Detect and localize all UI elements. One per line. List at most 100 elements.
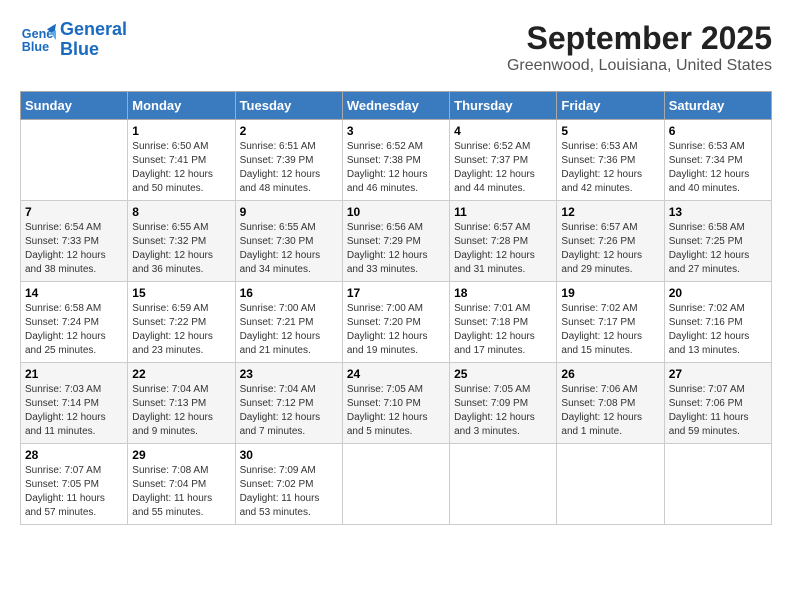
calendar-cell: 11 Sunrise: 6:57 AMSunset: 7:28 PMDaylig… <box>450 201 557 282</box>
day-number: 25 <box>454 367 552 381</box>
day-number: 24 <box>347 367 445 381</box>
calendar-cell: 24 Sunrise: 7:05 AMSunset: 7:10 PMDaylig… <box>342 363 449 444</box>
day-number: 30 <box>240 448 338 462</box>
day-number: 15 <box>132 286 230 300</box>
calendar-cell: 23 Sunrise: 7:04 AMSunset: 7:12 PMDaylig… <box>235 363 342 444</box>
day-number: 28 <box>25 448 123 462</box>
weekday-header: Sunday <box>21 92 128 120</box>
title-block: September 2025 Greenwood, Louisiana, Uni… <box>507 20 772 75</box>
day-info: Sunrise: 6:57 AMSunset: 7:28 PMDaylight:… <box>454 221 552 277</box>
day-info: Sunrise: 6:58 AMSunset: 7:25 PMDaylight:… <box>669 221 767 277</box>
calendar-cell <box>450 444 557 525</box>
day-info: Sunrise: 6:55 AMSunset: 7:32 PMDaylight:… <box>132 221 230 277</box>
day-info: Sunrise: 7:07 AMSunset: 7:05 PMDaylight:… <box>25 464 123 520</box>
day-info: Sunrise: 7:02 AMSunset: 7:16 PMDaylight:… <box>669 302 767 358</box>
day-number: 16 <box>240 286 338 300</box>
day-info: Sunrise: 6:53 AMSunset: 7:34 PMDaylight:… <box>669 140 767 196</box>
calendar-cell: 29 Sunrise: 7:08 AMSunset: 7:04 PMDaylig… <box>128 444 235 525</box>
day-number: 4 <box>454 124 552 138</box>
calendar-cell: 22 Sunrise: 7:04 AMSunset: 7:13 PMDaylig… <box>128 363 235 444</box>
day-number: 6 <box>669 124 767 138</box>
day-info: Sunrise: 6:57 AMSunset: 7:26 PMDaylight:… <box>561 221 659 277</box>
day-number: 27 <box>669 367 767 381</box>
day-info: Sunrise: 7:04 AMSunset: 7:12 PMDaylight:… <box>240 383 338 439</box>
weekday-header: Friday <box>557 92 664 120</box>
day-number: 29 <box>132 448 230 462</box>
day-info: Sunrise: 7:08 AMSunset: 7:04 PMDaylight:… <box>132 464 230 520</box>
day-number: 21 <box>25 367 123 381</box>
calendar-week-row: 14 Sunrise: 6:58 AMSunset: 7:24 PMDaylig… <box>21 282 772 363</box>
day-info: Sunrise: 7:05 AMSunset: 7:10 PMDaylight:… <box>347 383 445 439</box>
calendar-cell: 17 Sunrise: 7:00 AMSunset: 7:20 PMDaylig… <box>342 282 449 363</box>
calendar-cell: 25 Sunrise: 7:05 AMSunset: 7:09 PMDaylig… <box>450 363 557 444</box>
calendar-cell: 15 Sunrise: 6:59 AMSunset: 7:22 PMDaylig… <box>128 282 235 363</box>
logo-text: General Blue <box>60 20 127 60</box>
weekday-header: Tuesday <box>235 92 342 120</box>
calendar-cell: 13 Sunrise: 6:58 AMSunset: 7:25 PMDaylig… <box>664 201 771 282</box>
calendar-cell: 19 Sunrise: 7:02 AMSunset: 7:17 PMDaylig… <box>557 282 664 363</box>
day-number: 10 <box>347 205 445 219</box>
svg-text:Blue: Blue <box>22 40 49 54</box>
calendar-week-row: 28 Sunrise: 7:07 AMSunset: 7:05 PMDaylig… <box>21 444 772 525</box>
calendar-cell: 27 Sunrise: 7:07 AMSunset: 7:06 PMDaylig… <box>664 363 771 444</box>
day-number: 9 <box>240 205 338 219</box>
day-number: 26 <box>561 367 659 381</box>
day-info: Sunrise: 6:53 AMSunset: 7:36 PMDaylight:… <box>561 140 659 196</box>
day-info: Sunrise: 7:04 AMSunset: 7:13 PMDaylight:… <box>132 383 230 439</box>
day-number: 20 <box>669 286 767 300</box>
day-info: Sunrise: 6:52 AMSunset: 7:38 PMDaylight:… <box>347 140 445 196</box>
day-number: 14 <box>25 286 123 300</box>
calendar-cell: 28 Sunrise: 7:07 AMSunset: 7:05 PMDaylig… <box>21 444 128 525</box>
header-row: SundayMondayTuesdayWednesdayThursdayFrid… <box>21 92 772 120</box>
calendar-cell: 2 Sunrise: 6:51 AMSunset: 7:39 PMDayligh… <box>235 120 342 201</box>
weekday-header: Monday <box>128 92 235 120</box>
day-number: 11 <box>454 205 552 219</box>
day-info: Sunrise: 7:09 AMSunset: 7:02 PMDaylight:… <box>240 464 338 520</box>
calendar-cell: 10 Sunrise: 6:56 AMSunset: 7:29 PMDaylig… <box>342 201 449 282</box>
calendar-cell: 16 Sunrise: 7:00 AMSunset: 7:21 PMDaylig… <box>235 282 342 363</box>
day-info: Sunrise: 6:50 AMSunset: 7:41 PMDaylight:… <box>132 140 230 196</box>
calendar-week-row: 1 Sunrise: 6:50 AMSunset: 7:41 PMDayligh… <box>21 120 772 201</box>
calendar-cell: 1 Sunrise: 6:50 AMSunset: 7:41 PMDayligh… <box>128 120 235 201</box>
day-info: Sunrise: 6:52 AMSunset: 7:37 PMDaylight:… <box>454 140 552 196</box>
calendar-cell <box>21 120 128 201</box>
day-number: 22 <box>132 367 230 381</box>
calendar-cell: 6 Sunrise: 6:53 AMSunset: 7:34 PMDayligh… <box>664 120 771 201</box>
day-number: 12 <box>561 205 659 219</box>
day-info: Sunrise: 7:00 AMSunset: 7:20 PMDaylight:… <box>347 302 445 358</box>
day-info: Sunrise: 7:02 AMSunset: 7:17 PMDaylight:… <box>561 302 659 358</box>
logo: General Blue General Blue <box>20 20 127 60</box>
calendar-cell: 9 Sunrise: 6:55 AMSunset: 7:30 PMDayligh… <box>235 201 342 282</box>
weekday-header: Thursday <box>450 92 557 120</box>
calendar-cell: 3 Sunrise: 6:52 AMSunset: 7:38 PMDayligh… <box>342 120 449 201</box>
calendar-cell: 20 Sunrise: 7:02 AMSunset: 7:16 PMDaylig… <box>664 282 771 363</box>
day-number: 2 <box>240 124 338 138</box>
calendar-cell: 5 Sunrise: 6:53 AMSunset: 7:36 PMDayligh… <box>557 120 664 201</box>
calendar-cell <box>342 444 449 525</box>
day-number: 8 <box>132 205 230 219</box>
day-number: 1 <box>132 124 230 138</box>
logo-line1: General <box>60 19 127 39</box>
day-number: 13 <box>669 205 767 219</box>
weekday-header: Wednesday <box>342 92 449 120</box>
day-info: Sunrise: 7:05 AMSunset: 7:09 PMDaylight:… <box>454 383 552 439</box>
day-info: Sunrise: 6:54 AMSunset: 7:33 PMDaylight:… <box>25 221 123 277</box>
day-number: 3 <box>347 124 445 138</box>
calendar-cell <box>664 444 771 525</box>
day-info: Sunrise: 6:58 AMSunset: 7:24 PMDaylight:… <box>25 302 123 358</box>
weekday-header: Saturday <box>664 92 771 120</box>
calendar-cell <box>557 444 664 525</box>
month-title: September 2025 <box>507 20 772 57</box>
day-info: Sunrise: 6:51 AMSunset: 7:39 PMDaylight:… <box>240 140 338 196</box>
day-number: 18 <box>454 286 552 300</box>
day-info: Sunrise: 7:03 AMSunset: 7:14 PMDaylight:… <box>25 383 123 439</box>
calendar-cell: 30 Sunrise: 7:09 AMSunset: 7:02 PMDaylig… <box>235 444 342 525</box>
day-number: 19 <box>561 286 659 300</box>
page-header: General Blue General Blue September 2025… <box>20 20 772 75</box>
day-info: Sunrise: 6:59 AMSunset: 7:22 PMDaylight:… <box>132 302 230 358</box>
calendar-cell: 21 Sunrise: 7:03 AMSunset: 7:14 PMDaylig… <box>21 363 128 444</box>
location-title: Greenwood, Louisiana, United States <box>507 57 772 75</box>
calendar-cell: 12 Sunrise: 6:57 AMSunset: 7:26 PMDaylig… <box>557 201 664 282</box>
day-number: 17 <box>347 286 445 300</box>
calendar-cell: 14 Sunrise: 6:58 AMSunset: 7:24 PMDaylig… <box>21 282 128 363</box>
